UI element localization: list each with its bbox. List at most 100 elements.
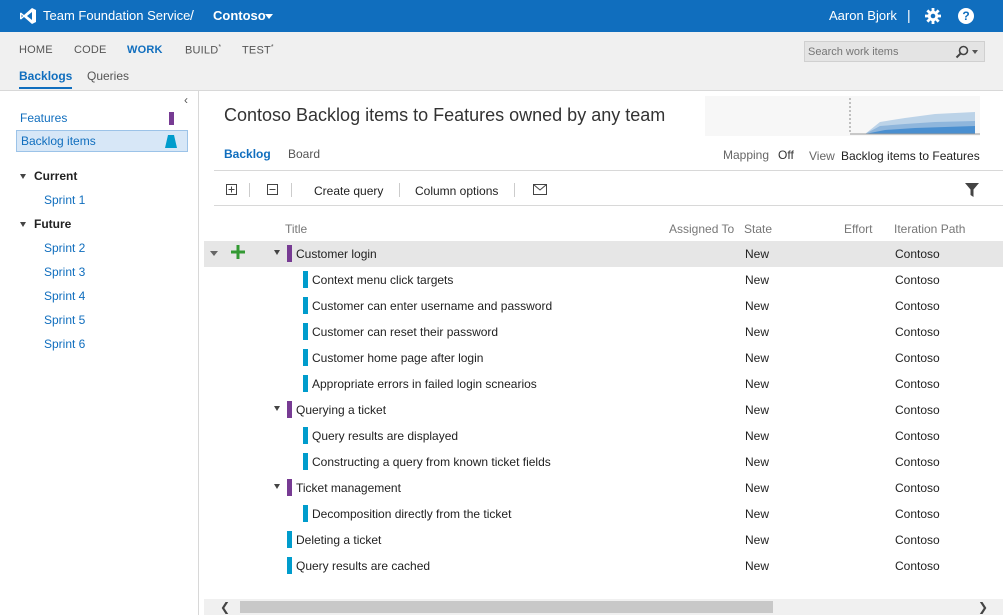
column-header-title[interactable]: Title [285, 222, 307, 236]
row-state: New [745, 533, 770, 547]
hub-code[interactable]: CODE [74, 44, 107, 56]
tab-board[interactable]: Board [288, 147, 320, 161]
row-title[interactable]: Appropriate errors in failed login scnea… [312, 377, 537, 391]
sprint-link[interactable]: Sprint 5 [44, 313, 85, 327]
backlog-item-color-bar [303, 505, 308, 522]
row-iteration: Contoso [895, 533, 940, 547]
row-title[interactable]: Querying a ticket [296, 403, 386, 417]
toolbar-divider [291, 183, 292, 197]
hub-work[interactable]: WORK [127, 44, 163, 56]
table-row[interactable]: Customer can enter username and password… [204, 293, 1003, 319]
add-child-icon[interactable] [231, 245, 245, 259]
row-title[interactable]: Customer login [296, 247, 377, 261]
table-row[interactable]: Appropriate errors in failed login scnea… [204, 371, 1003, 397]
row-iteration: Contoso [895, 481, 940, 495]
toolbar-divider [399, 183, 400, 197]
column-options-button[interactable]: Column options [415, 184, 498, 198]
sprint-link[interactable]: Sprint 4 [44, 289, 85, 303]
create-query-button[interactable]: Create query [314, 184, 383, 198]
expand-triangle-icon[interactable] [20, 174, 26, 179]
sprint-link[interactable]: Sprint 1 [44, 193, 85, 207]
row-title[interactable]: Customer can reset their password [312, 325, 498, 339]
search-input[interactable] [808, 44, 948, 59]
scroll-left-arrow-icon[interactable]: ❮ [220, 601, 230, 613]
row-iteration: Contoso [895, 247, 940, 261]
row-state: New [745, 273, 770, 287]
table-row[interactable]: Query results are cached New Contoso [204, 553, 1003, 579]
expand-triangle-icon[interactable] [20, 222, 26, 227]
iteration-group-current[interactable]: Current [20, 169, 77, 183]
hub-test[interactable]: TEST* [242, 44, 274, 57]
search-icon[interactable] [955, 45, 969, 59]
tab-backlog[interactable]: Backlog [224, 147, 271, 161]
table-row[interactable]: Deleting a ticket New Contoso [204, 527, 1003, 553]
row-title[interactable]: Customer home page after login [312, 351, 483, 365]
table-row[interactable]: Customer can reset their password New Co… [204, 319, 1003, 345]
gear-icon[interactable] [924, 7, 942, 25]
visual-studio-logo-icon[interactable] [19, 7, 37, 25]
row-state: New [745, 481, 770, 495]
row-state: New [745, 403, 770, 417]
hub-home[interactable]: HOME [19, 44, 53, 56]
help-icon[interactable]: ? [958, 8, 974, 24]
sprint-link[interactable]: Sprint 6 [44, 337, 85, 351]
row-title[interactable]: Ticket management [296, 481, 401, 495]
backlog-item-color-bar [303, 323, 308, 340]
filter-icon[interactable] [965, 183, 979, 197]
backlog-item-color-bar [303, 297, 308, 314]
table-row[interactable]: Querying a ticket New Contoso [204, 397, 1003, 423]
top-bar: Team Foundation Service / Contoso Aaron … [0, 0, 1003, 32]
row-state: New [745, 299, 770, 313]
hub-work-label: WORK [127, 44, 163, 56]
service-name[interactable]: Team Foundation Service [43, 8, 190, 23]
row-title[interactable]: Customer can enter username and password [312, 299, 552, 313]
row-title[interactable]: Decomposition directly from the ticket [312, 507, 511, 521]
expand-all-icon[interactable] [226, 184, 237, 195]
tab-backlogs[interactable]: Backlogs [19, 69, 73, 89]
table-row[interactable]: Context menu click targets New Contoso [204, 267, 1003, 293]
toolbar-divider [514, 183, 515, 197]
row-title[interactable]: Query results are cached [296, 559, 430, 573]
column-header-assigned-to[interactable]: Assigned To [669, 222, 734, 236]
horizontal-scrollbar[interactable]: ❮ ❯ [204, 599, 1003, 615]
table-row[interactable]: Customer home page after login New Conto… [204, 345, 1003, 371]
row-title[interactable]: Query results are displayed [312, 429, 458, 443]
project-selector[interactable]: Contoso [213, 8, 266, 23]
hub-build[interactable]: BUILD* [185, 44, 221, 57]
expand-triangle-icon[interactable] [274, 406, 280, 411]
sprint-link[interactable]: Sprint 2 [44, 241, 85, 255]
row-state: New [745, 377, 770, 391]
collapse-all-icon[interactable] [267, 184, 278, 195]
row-title[interactable]: Context menu click targets [312, 273, 453, 287]
table-row[interactable]: Ticket management New Contoso [204, 475, 1003, 501]
view-selector[interactable]: Backlog items to Features [841, 149, 980, 163]
tab-queries[interactable]: Queries [87, 69, 129, 83]
cumulative-flow-thumbnail[interactable] [705, 96, 980, 136]
table-row[interactable]: Query results are displayed New Contoso [204, 423, 1003, 449]
column-header-iteration-path[interactable]: Iteration Path [894, 222, 965, 236]
table-row[interactable]: Customer login New Contoso [204, 241, 1003, 267]
sprint-link[interactable]: Sprint 3 [44, 265, 85, 279]
scrollbar-thumb[interactable] [240, 601, 773, 613]
scroll-right-arrow-icon[interactable]: ❯ [978, 601, 988, 613]
table-row[interactable]: Constructing a query from known ticket f… [204, 449, 1003, 475]
backlog-level-features[interactable]: Features [16, 108, 188, 130]
expand-triangle-icon[interactable] [274, 250, 280, 255]
row-title[interactable]: Constructing a query from known ticket f… [312, 455, 551, 469]
backlog-item-color-bar [303, 375, 308, 392]
iteration-group-future[interactable]: Future [20, 217, 71, 231]
search-options-chevron-icon[interactable] [972, 50, 978, 54]
column-header-effort[interactable]: Effort [844, 222, 872, 236]
email-icon[interactable] [533, 184, 547, 195]
expand-triangle-icon[interactable] [274, 484, 280, 489]
table-row[interactable]: Decomposition directly from the ticket N… [204, 501, 1003, 527]
row-state: New [745, 325, 770, 339]
row-title[interactable]: Deleting a ticket [296, 533, 381, 547]
column-header-state[interactable]: State [744, 222, 772, 236]
collapse-pane-icon[interactable]: ‹ [184, 94, 194, 106]
user-name[interactable]: Aaron Bjork [829, 8, 897, 23]
chevron-down-icon[interactable] [265, 14, 273, 19]
mapping-toggle[interactable]: Off [778, 148, 794, 162]
context-menu-chevron-icon[interactable] [210, 251, 218, 256]
backlog-level-backlog-items[interactable]: Backlog items [16, 130, 188, 152]
